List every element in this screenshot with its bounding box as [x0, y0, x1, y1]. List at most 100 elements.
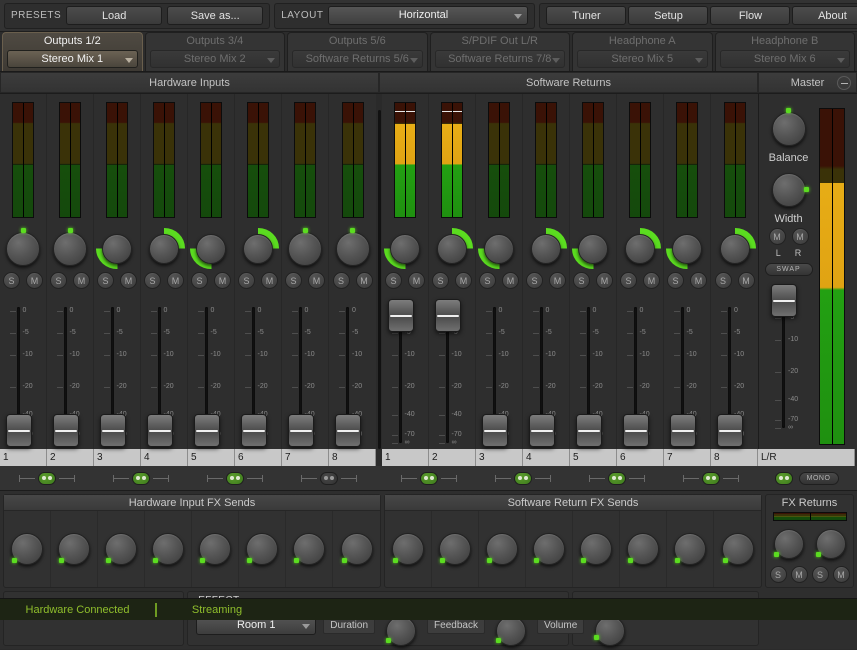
knob-body[interactable] — [771, 173, 806, 207]
link-button[interactable] — [226, 471, 244, 485]
solo-button[interactable]: S — [97, 272, 114, 290]
fx-send-knob[interactable] — [623, 529, 663, 569]
fader-handle[interactable] — [481, 414, 508, 448]
mute-button[interactable]: M — [455, 272, 472, 290]
pan-knob[interactable] — [189, 227, 233, 270]
mute-button[interactable]: M — [690, 272, 707, 290]
channel-fader[interactable]: 0-5-10-20-40-70∞ — [235, 299, 282, 449]
fader-handle[interactable] — [193, 414, 220, 448]
master-mute-right-button[interactable]: M — [791, 228, 809, 245]
fx-send-knob[interactable] — [435, 529, 475, 569]
fader-handle[interactable] — [771, 284, 797, 317]
solo-button[interactable]: S — [238, 272, 255, 290]
fx-return-2-knob[interactable] — [812, 525, 850, 563]
tab-output-1[interactable]: Outputs 1/2 Stereo Mix 1 — [2, 32, 143, 71]
swap-button[interactable]: SWAP — [764, 263, 813, 276]
channel-fader[interactable]: 0-5-10-20-40-70∞ — [0, 299, 47, 449]
link-button[interactable] — [420, 471, 438, 485]
fx-send-knob[interactable] — [101, 529, 141, 569]
pan-knob[interactable] — [2, 227, 44, 269]
channel-fader[interactable]: 0-5-10-20-40-70∞ — [570, 299, 617, 449]
pan-knob[interactable] — [431, 227, 473, 269]
channel-fader[interactable]: 0-5-10-20-40-70∞ — [382, 299, 429, 449]
mute-button[interactable]: M — [214, 272, 231, 290]
channel-fader[interactable]: 0-5-10-20-40-70∞ — [429, 299, 476, 449]
pan-knob[interactable] — [143, 227, 185, 269]
mute-button[interactable]: M — [549, 272, 566, 290]
fader-handle[interactable] — [52, 414, 79, 448]
solo-button[interactable]: S — [50, 272, 67, 290]
mute-button[interactable]: M — [596, 272, 613, 290]
tab-output-4[interactable]: S/PDIF Out L/R Software Returns 7/8 — [429, 32, 570, 71]
knob-body[interactable] — [771, 112, 806, 146]
knob-body[interactable] — [672, 233, 702, 264]
fx-send-knob[interactable] — [148, 529, 188, 569]
knob-body[interactable] — [149, 233, 179, 264]
mute-button[interactable]: M — [308, 272, 325, 290]
channel-fader[interactable]: 0-5-10-20-40-70∞ — [141, 299, 188, 449]
fx-return-2-mute-button[interactable]: M — [832, 566, 850, 583]
knob-body[interactable] — [531, 233, 561, 264]
knob-body[interactable] — [6, 231, 40, 266]
channel-fader[interactable]: 0-5-10-20-40-70∞ — [188, 299, 235, 449]
mute-button[interactable]: M — [26, 272, 43, 290]
mute-button[interactable]: M — [355, 272, 373, 290]
tuner-button[interactable]: Tuner — [546, 6, 627, 25]
fader-handle[interactable] — [669, 414, 696, 448]
pan-knob[interactable] — [477, 227, 521, 270]
knob-body[interactable] — [390, 233, 420, 264]
knob-body[interactable] — [578, 233, 608, 264]
channel-fader[interactable]: 0-5-10-20-40-70∞ — [617, 299, 664, 449]
solo-button[interactable]: S — [332, 272, 350, 290]
pan-knob[interactable] — [332, 227, 374, 269]
solo-button[interactable]: S — [285, 272, 302, 290]
knob-body[interactable] — [484, 233, 514, 264]
about-button[interactable]: About — [792, 6, 857, 25]
fx-send-knob[interactable] — [529, 529, 569, 569]
fader-handle[interactable] — [240, 414, 267, 448]
fader-handle[interactable] — [335, 414, 361, 448]
tab-output-2[interactable]: Outputs 3/4 Stereo Mix 2 — [144, 32, 285, 71]
pan-knob[interactable] — [571, 227, 615, 270]
knob-body[interactable] — [53, 231, 87, 266]
fx-return-1-knob[interactable] — [770, 525, 808, 563]
solo-button[interactable]: S — [432, 272, 449, 290]
link-button[interactable] — [608, 471, 626, 485]
tab-source-select[interactable]: Stereo Mix 6 — [719, 50, 850, 68]
fx-send-knob[interactable] — [242, 529, 282, 569]
channel-fader[interactable]: 0-5-10-20-40-70∞ — [523, 299, 570, 449]
fx-send-knob[interactable] — [670, 529, 710, 569]
solo-button[interactable]: S — [3, 272, 20, 290]
pan-knob[interactable] — [525, 227, 567, 269]
width-knob[interactable] — [768, 169, 810, 211]
tab-source-select[interactable]: Stereo Mix 1 — [7, 50, 138, 68]
pan-knob[interactable] — [95, 227, 139, 270]
mute-button[interactable]: M — [73, 272, 90, 290]
fader-handle[interactable] — [528, 414, 555, 448]
knob-body[interactable] — [288, 231, 322, 266]
pan-knob[interactable] — [237, 227, 279, 269]
fx-send-knob[interactable] — [388, 529, 428, 569]
fx-send-knob[interactable] — [576, 529, 616, 569]
solo-button[interactable]: S — [714, 272, 732, 290]
master-link-button[interactable] — [774, 471, 793, 485]
channel-fader[interactable]: 0-5-10-20-40-70∞ — [47, 299, 94, 449]
link-button[interactable] — [38, 471, 56, 485]
collapse-icon[interactable] — [837, 76, 851, 90]
solo-button[interactable]: S — [191, 272, 208, 290]
link-button[interactable] — [132, 471, 150, 485]
channel-fader[interactable]: 0-5-10-20-40-70∞ — [711, 299, 758, 449]
mute-button[interactable]: M — [408, 272, 425, 290]
balance-knob[interactable] — [768, 108, 810, 150]
knob-body[interactable] — [196, 233, 226, 264]
fx-return-1-solo-button[interactable]: S — [769, 566, 787, 583]
fx-send-knob[interactable] — [337, 529, 377, 569]
pan-knob[interactable] — [49, 227, 91, 269]
pan-knob[interactable] — [284, 227, 326, 269]
mono-button[interactable]: MONO — [798, 471, 839, 485]
fader-handle[interactable] — [717, 414, 743, 448]
knob-body[interactable] — [102, 233, 132, 264]
knob-body[interactable] — [625, 233, 655, 264]
master-fader[interactable]: 0-5-10-20-40-70∞ — [765, 284, 812, 439]
link-button[interactable] — [514, 471, 532, 485]
